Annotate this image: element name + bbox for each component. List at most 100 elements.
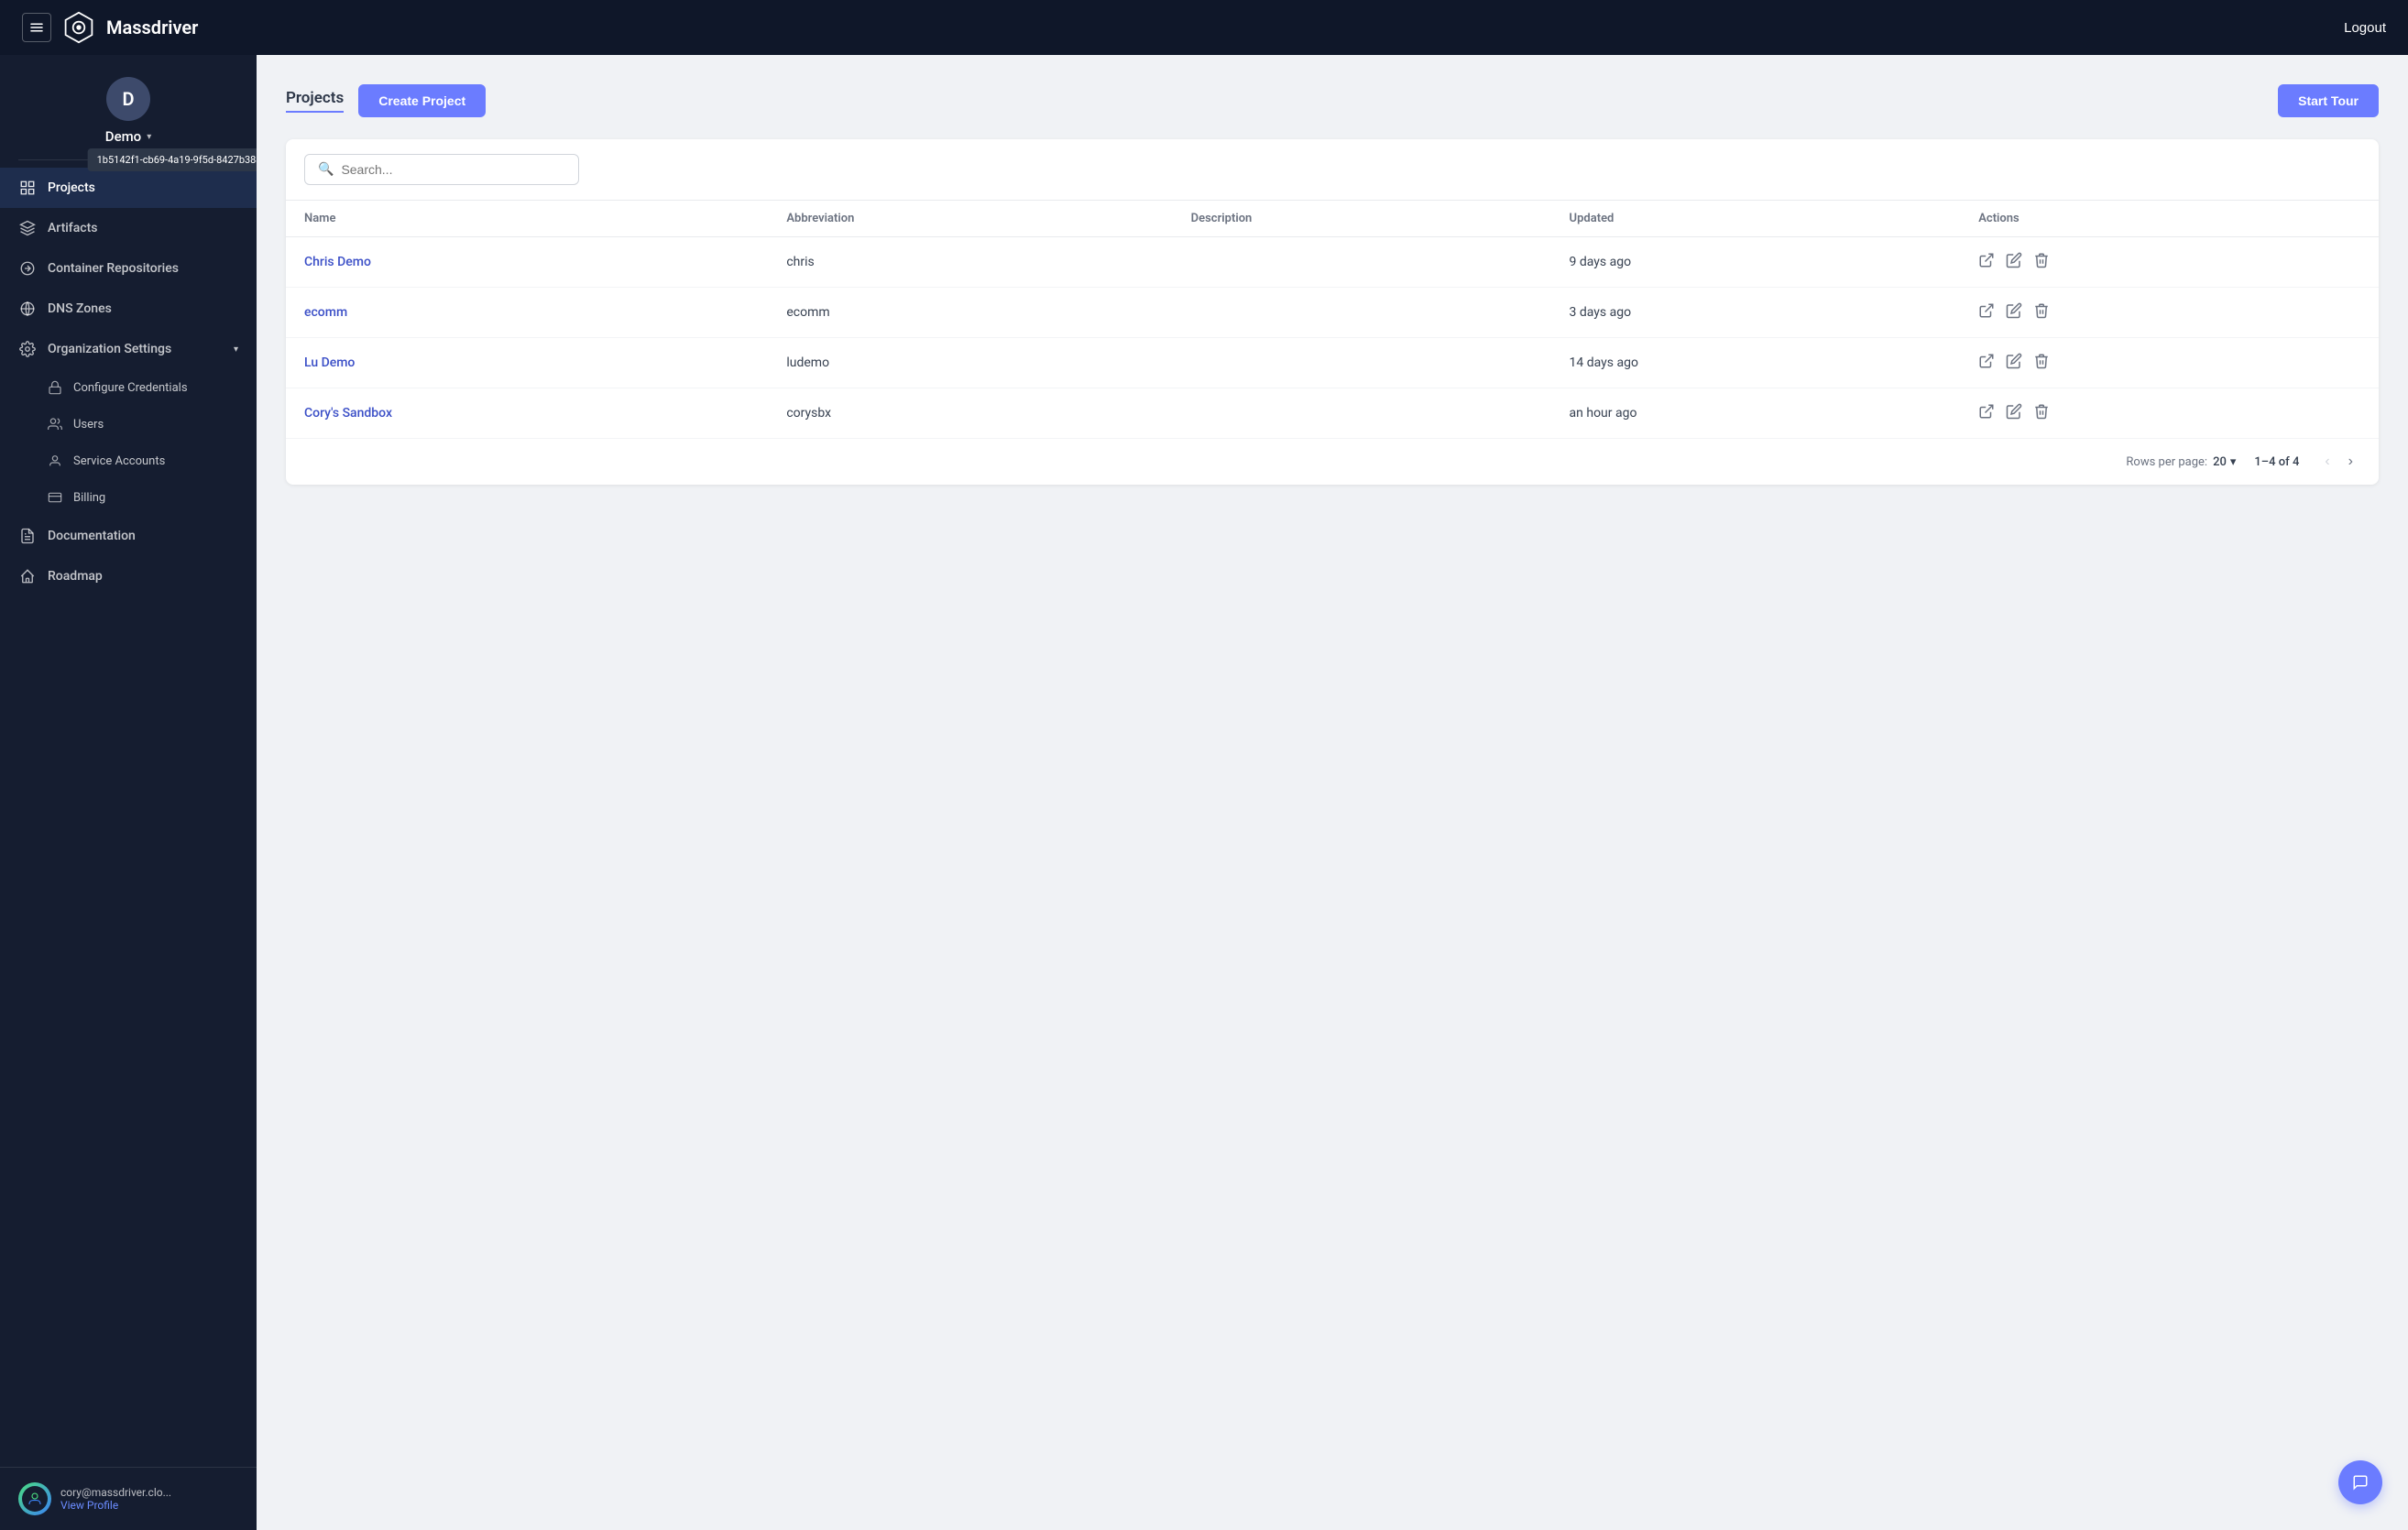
action-delete-icon-2[interactable] (2033, 353, 2050, 373)
sidebar-item-projects[interactable]: Projects (0, 168, 257, 208)
app-logo-icon (62, 11, 95, 44)
cell-name-3: Cory's Sandbox (286, 388, 768, 439)
sidebar-item-documentation[interactable]: Documentation (0, 516, 257, 556)
action-open-icon-2[interactable] (1978, 353, 1995, 373)
project-link-3[interactable]: Cory's Sandbox (304, 406, 392, 421)
create-project-button[interactable]: Create Project (358, 84, 486, 117)
col-header-updated: Updated (1551, 201, 1961, 237)
main-layout: D Demo ▾ 1b5142f1-cb69-4a19-9f5d-8427b38… (0, 55, 2408, 1530)
cell-updated-2: 14 days ago (1551, 338, 1961, 388)
table-header: Name Abbreviation Description Updated Ac… (286, 201, 2379, 237)
table-footer: Rows per page: 20 ▾ 1–4 of 4 ‹ › (286, 438, 2379, 485)
header-left: Massdriver (22, 11, 198, 44)
cell-updated-1: 3 days ago (1551, 288, 1961, 338)
col-header-abbreviation: Abbreviation (768, 201, 1172, 237)
view-profile-link[interactable]: View Profile (60, 1499, 171, 1512)
search-wrapper: 🔍 (304, 154, 579, 185)
sidebar-item-container-repositories[interactable]: Container Repositories (0, 248, 257, 289)
sidebar-item-billing[interactable]: Billing (0, 479, 257, 516)
footer-email: cory@massdriver.clo... (60, 1486, 171, 1499)
pagination-next-button[interactable]: › (2341, 450, 2360, 474)
sidebar-item-dns-zones[interactable]: DNS Zones (0, 289, 257, 329)
project-link-0[interactable]: Chris Demo (304, 255, 371, 269)
rows-per-page-chevron: ▾ (2230, 455, 2237, 469)
org-settings-icon (18, 340, 37, 358)
user-avatar: D (106, 77, 150, 121)
billing-icon (48, 490, 62, 505)
action-edit-icon-2[interactable] (2006, 353, 2022, 373)
cell-description-1 (1173, 288, 1551, 338)
sidebar-item-users[interactable]: Users (0, 406, 257, 443)
rows-per-page-label: Rows per page: (2126, 455, 2207, 469)
rows-per-page-section: Rows per page: 20 ▾ (2126, 455, 2236, 469)
sidebar-item-projects-label: Projects (48, 180, 95, 195)
user-id-tooltip: 1b5142f1-cb69-4a19-9f5d-8427b3844cbf (88, 148, 257, 171)
logout-button[interactable]: Logout (2344, 20, 2386, 36)
pagination-range: 1–4 of 4 (2254, 455, 2299, 469)
page-header: Projects Create Project Start Tour (286, 84, 2379, 117)
pagination-buttons: ‹ › (2317, 450, 2360, 474)
user-name-label: Demo (105, 128, 141, 145)
user-name-row[interactable]: Demo ▾ (105, 128, 151, 145)
projects-icon (18, 179, 37, 197)
sidebar-item-org-settings[interactable]: Organization Settings ▾ (0, 329, 257, 369)
action-delete-icon-3[interactable] (2033, 403, 2050, 423)
service-accounts-icon (48, 454, 62, 468)
rows-per-page-selector[interactable]: 20 ▾ (2213, 455, 2236, 469)
sidebar-toggle-button[interactable] (22, 13, 51, 42)
tab-projects[interactable]: Projects (286, 89, 344, 113)
credentials-icon (48, 380, 62, 395)
dns-icon (18, 300, 37, 318)
col-header-name: Name (286, 201, 768, 237)
sidebar-item-configure-credentials[interactable]: Configure Credentials (0, 369, 257, 406)
cell-actions-2 (1960, 338, 2379, 388)
cell-name-0: Chris Demo (286, 237, 768, 288)
col-header-description: Description (1173, 201, 1551, 237)
artifacts-icon (18, 219, 37, 237)
container-repos-icon (18, 259, 37, 278)
cell-actions-0 (1960, 237, 2379, 288)
action-open-icon-0[interactable] (1978, 252, 1995, 272)
user-chevron-icon: ▾ (147, 132, 151, 142)
cell-abbreviation-0: chris (768, 237, 1172, 288)
action-edit-icon-0[interactable] (2006, 252, 2022, 272)
sidebar-item-credentials-label: Configure Credentials (73, 381, 188, 395)
cell-name-2: Lu Demo (286, 338, 768, 388)
documentation-icon (18, 527, 37, 545)
sidebar-item-roadmap-label: Roadmap (48, 569, 103, 584)
sidebar-item-org-settings-label: Organization Settings (48, 342, 171, 356)
project-link-2[interactable]: Lu Demo (304, 355, 355, 370)
projects-table: Name Abbreviation Description Updated Ac… (286, 201, 2379, 438)
action-open-icon-3[interactable] (1978, 403, 1995, 423)
table-row: ecomm ecomm 3 days ago (286, 288, 2379, 338)
sidebar-item-users-label: Users (73, 418, 104, 432)
action-delete-icon-0[interactable] (2033, 252, 2050, 272)
cell-updated-3: an hour ago (1551, 388, 1961, 439)
sidebar-item-artifacts[interactable]: Artifacts (0, 208, 257, 248)
projects-table-card: 🔍 Name Abbreviation Description Updated … (286, 139, 2379, 485)
action-open-icon-1[interactable] (1978, 302, 1995, 322)
main-content: Projects Create Project Start Tour 🔍 Nam… (257, 55, 2408, 1530)
sidebar-user-section: D Demo ▾ 1b5142f1-cb69-4a19-9f5d-8427b38… (0, 55, 257, 159)
sidebar-item-service-accounts[interactable]: Service Accounts (0, 443, 257, 479)
chat-button[interactable] (2338, 1460, 2382, 1504)
table-row: Cory's Sandbox corysbx an hour ago (286, 388, 2379, 439)
action-delete-icon-1[interactable] (2033, 302, 2050, 322)
app-title: Massdriver (106, 16, 198, 38)
cell-actions-3 (1960, 388, 2379, 439)
sidebar-nav: Projects Artifacts Container Repositorie… (0, 160, 257, 1467)
search-input[interactable] (341, 162, 524, 177)
sidebar-item-roadmap[interactable]: Roadmap (0, 556, 257, 596)
cell-description-2 (1173, 338, 1551, 388)
project-link-1[interactable]: ecomm (304, 305, 347, 320)
sidebar-footer: cory@massdriver.clo... View Profile (0, 1467, 257, 1530)
cell-updated-0: 9 days ago (1551, 237, 1961, 288)
start-tour-button[interactable]: Start Tour (2278, 84, 2379, 117)
sidebar-item-service-accounts-label: Service Accounts (73, 454, 165, 468)
action-edit-icon-3[interactable] (2006, 403, 2022, 423)
rows-per-page-value: 20 (2213, 455, 2227, 469)
pagination-prev-button[interactable]: ‹ (2317, 450, 2337, 474)
cell-abbreviation-2: ludemo (768, 338, 1172, 388)
action-edit-icon-1[interactable] (2006, 302, 2022, 322)
table-body: Chris Demo chris 9 days ago (286, 237, 2379, 439)
